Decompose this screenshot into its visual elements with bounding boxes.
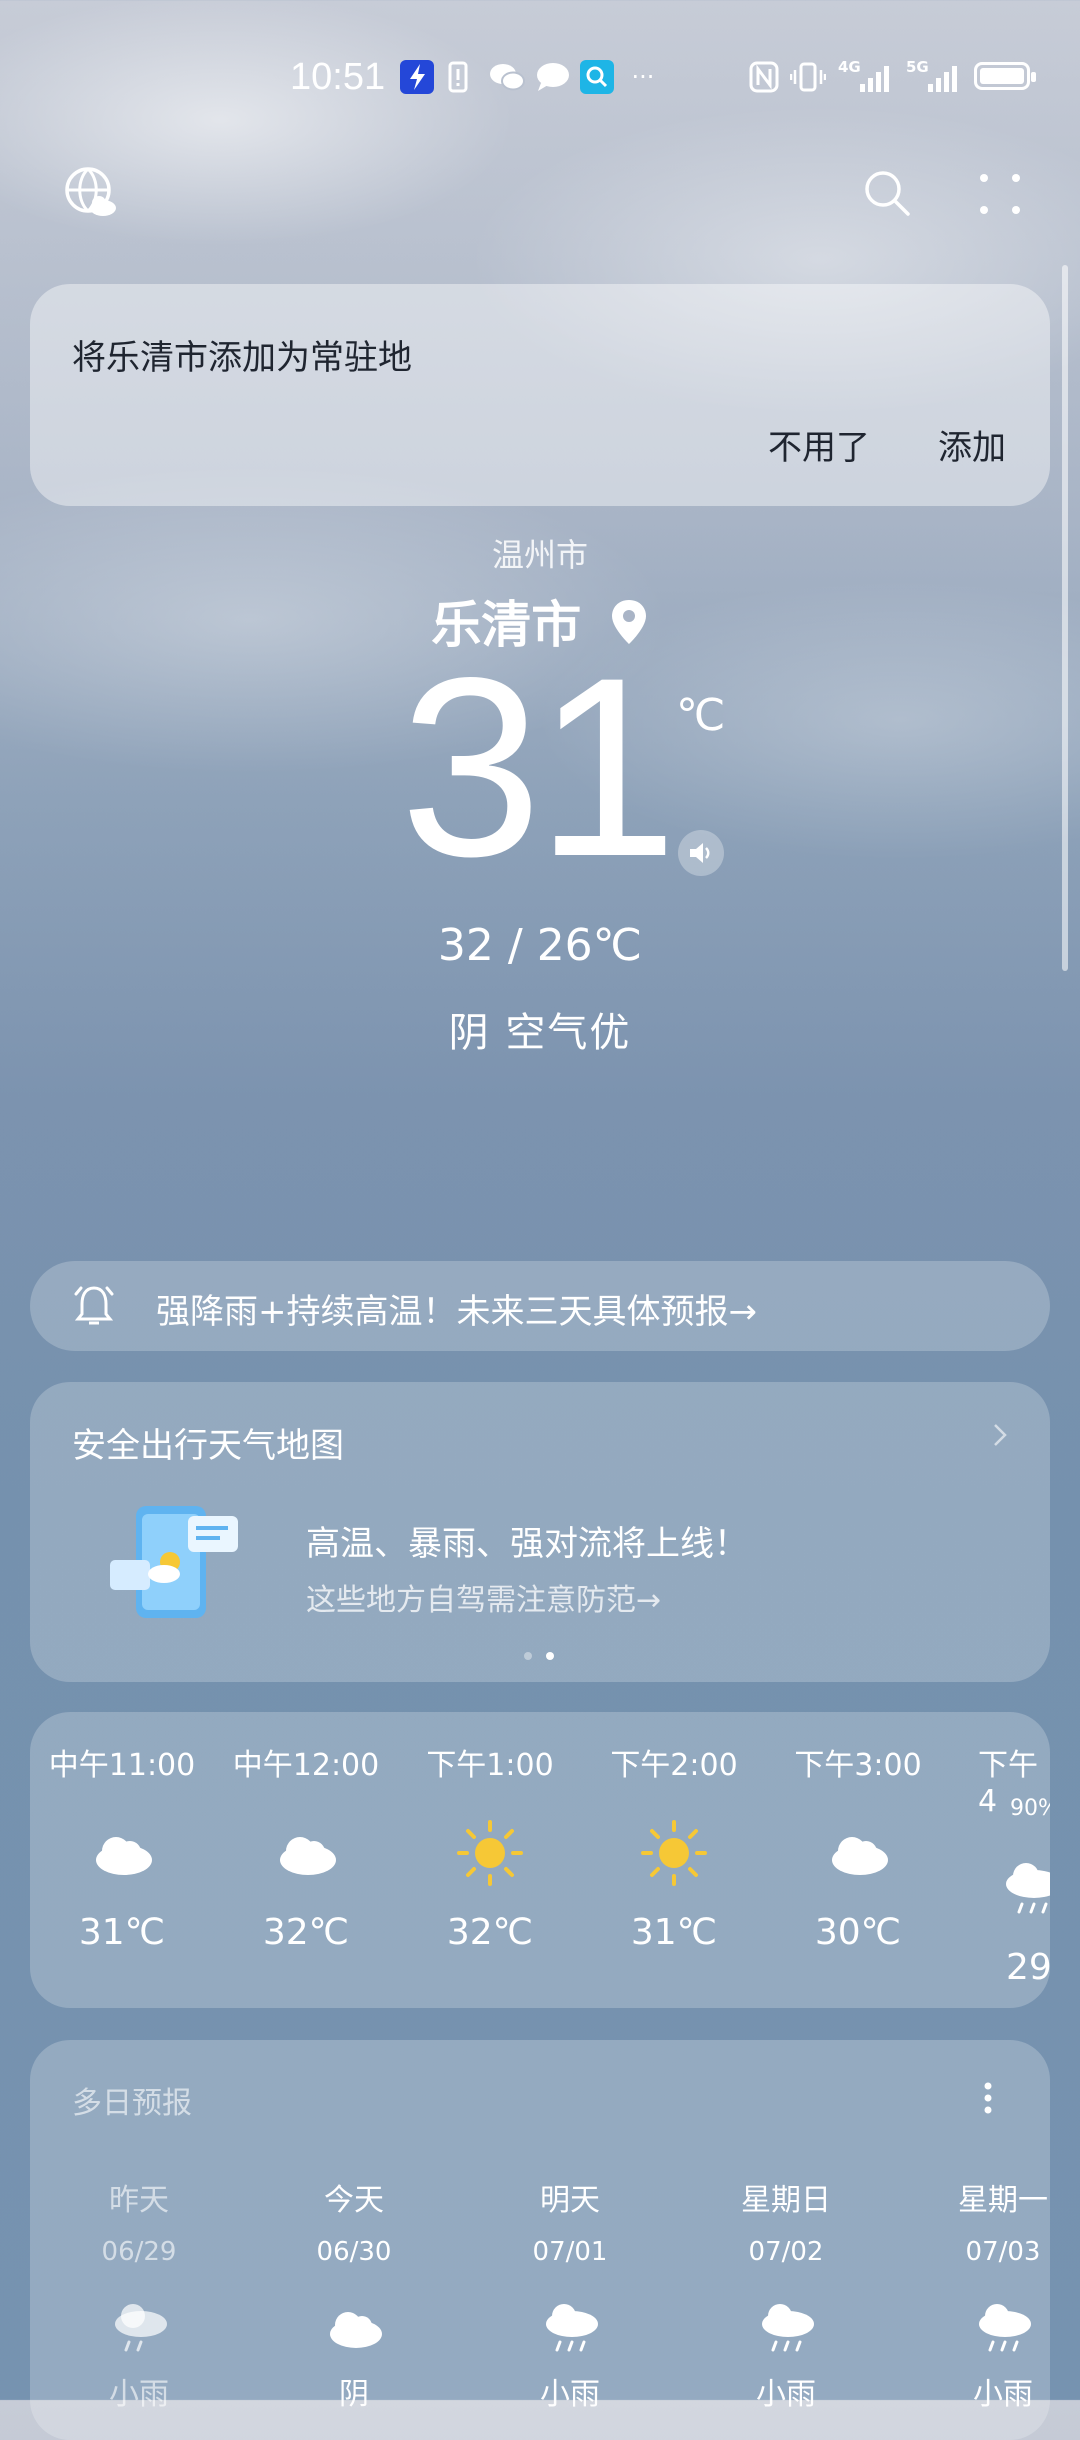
hour-temp: 29° bbox=[1006, 1947, 1050, 1988]
day-name: 星期日 bbox=[741, 2183, 831, 2218]
promo-title: 安全出行天气地图 bbox=[72, 1426, 344, 1466]
phone-map-illustration-icon bbox=[108, 1500, 242, 1624]
hour-time: 下午3:00 bbox=[794, 1748, 922, 1783]
temperature-unit: ℃ bbox=[676, 690, 726, 741]
hour-time: 下午1:00 bbox=[426, 1748, 554, 1783]
daily-menu-icon[interactable] bbox=[982, 2080, 994, 2116]
globe-cloud-icon[interactable] bbox=[62, 164, 118, 220]
rain-icon bbox=[950, 1843, 1050, 1933]
day-condition: 小雨 bbox=[973, 2377, 1033, 2412]
day-condition: 小雨 bbox=[109, 2377, 169, 2412]
day-item[interactable]: 星期日 07/02 小雨 bbox=[711, 2175, 861, 2413]
message-icon bbox=[534, 60, 572, 94]
hour-temp: 31℃ bbox=[630, 1912, 718, 1953]
carousel-dot-1 bbox=[524, 1652, 532, 1660]
hour-temp: 32℃ bbox=[446, 1912, 534, 1953]
dismiss-button[interactable]: 不用了 bbox=[768, 420, 870, 469]
rain-icon bbox=[64, 2293, 214, 2363]
more-dots-icon[interactable] bbox=[978, 172, 1022, 216]
day-condition: 小雨 bbox=[540, 2377, 600, 2412]
day-item[interactable]: 明天 07/01 小雨 bbox=[495, 2175, 645, 2413]
temperature-range: 32 / 26℃ bbox=[437, 920, 643, 971]
hour-temp: 32℃ bbox=[262, 1912, 350, 1953]
day-date: 07/01 bbox=[532, 2237, 608, 2267]
current-temperature: 31 bbox=[400, 625, 678, 910]
hour-item: 下午1:00 32℃ bbox=[398, 1740, 582, 1953]
hour-time: 中午12:00 bbox=[232, 1748, 380, 1783]
alert-text: 强降雨+持续高温！未来三天具体预报→ bbox=[156, 1292, 757, 1332]
nfc-icon bbox=[748, 60, 780, 94]
day-item[interactable]: 昨天 06/29 小雨 bbox=[64, 2175, 214, 2413]
sun-icon bbox=[582, 1808, 766, 1898]
resident-location-prompt bbox=[30, 284, 1050, 506]
sun-icon bbox=[398, 1808, 582, 1898]
promo-headline: 高温、暴雨、强对流将上线！ bbox=[306, 1524, 748, 1564]
status-time: 10:51 bbox=[290, 56, 386, 98]
speaker-icon[interactable] bbox=[678, 830, 724, 876]
day-date: 06/30 bbox=[316, 2237, 392, 2267]
cloud-icon bbox=[214, 1808, 398, 1898]
battery-icon bbox=[974, 62, 1036, 90]
hour-item: 下午2:00 31℃ bbox=[582, 1740, 766, 1953]
wechat-icon bbox=[488, 60, 526, 94]
hour-temp: 30℃ bbox=[814, 1912, 902, 1953]
cloud-icon bbox=[766, 1808, 950, 1898]
network-5g-label: 5G bbox=[906, 58, 929, 76]
rain-icon bbox=[495, 2293, 645, 2363]
hour-item: 中午11:00 31℃ bbox=[30, 1740, 214, 1953]
signal-4g-icon: 4G bbox=[838, 58, 898, 94]
promo-link[interactable]: 这些地方自驾需注意防范→ bbox=[306, 1575, 661, 1619]
network-4g-label: 4G bbox=[838, 58, 861, 76]
day-name: 明天 bbox=[540, 2183, 600, 2218]
precip-probability: 90% bbox=[1010, 1796, 1050, 1821]
day-name: 星期一 bbox=[958, 2183, 1048, 2218]
day-item[interactable]: 星期一 07/03 小雨 bbox=[928, 2175, 1078, 2413]
hour-time: 下午2:00 bbox=[610, 1748, 738, 1783]
signal-5g-icon: 5G bbox=[906, 58, 966, 94]
hour-item: 中午12:00 32℃ bbox=[214, 1740, 398, 1953]
day-name: 昨天 bbox=[109, 2183, 169, 2218]
chevron-right-icon[interactable] bbox=[990, 1420, 1010, 1454]
hour-item: 下午3:00 30℃ bbox=[766, 1740, 950, 1953]
hour-item-clipped: 下午4 90% 29° bbox=[950, 1712, 1050, 2008]
region-name: 温州市 bbox=[491, 536, 588, 574]
hour-time: 中午11:00 bbox=[48, 1748, 196, 1783]
condition-air-quality: 阴 空气优 bbox=[448, 1010, 632, 1056]
cloud-icon bbox=[30, 1808, 214, 1898]
rain-icon bbox=[711, 2293, 861, 2363]
alert-notification-icon bbox=[446, 60, 470, 94]
day-name: 今天 bbox=[324, 2183, 384, 2218]
day-date: 07/02 bbox=[748, 2237, 824, 2267]
add-button[interactable]: 添加 bbox=[938, 420, 1006, 469]
day-condition: 小雨 bbox=[756, 2377, 816, 2412]
day-date: 07/03 bbox=[965, 2237, 1041, 2267]
flash-app-icon bbox=[400, 60, 434, 94]
search-icon[interactable] bbox=[862, 168, 912, 218]
daily-title: 多日预报 bbox=[72, 2086, 192, 2121]
carousel-dot-2 bbox=[546, 1652, 554, 1660]
prompt-message: 将乐清市添加为常驻地 bbox=[72, 338, 412, 378]
more-notifications-icon: ··· bbox=[631, 63, 655, 91]
vibrate-icon bbox=[790, 60, 826, 94]
day-condition: 阴 bbox=[339, 2377, 369, 2412]
rain-icon bbox=[928, 2293, 1078, 2363]
hour-item: 下午4 90% 29° bbox=[950, 1740, 1050, 1988]
cloud-icon bbox=[279, 2293, 429, 2363]
alarm-bell-icon bbox=[72, 1282, 116, 1330]
day-date: 06/29 bbox=[101, 2237, 177, 2267]
search-app-icon bbox=[580, 60, 614, 94]
day-item[interactable]: 今天 06/30 阴 bbox=[279, 2175, 429, 2413]
hour-temp: 31℃ bbox=[78, 1912, 166, 1953]
